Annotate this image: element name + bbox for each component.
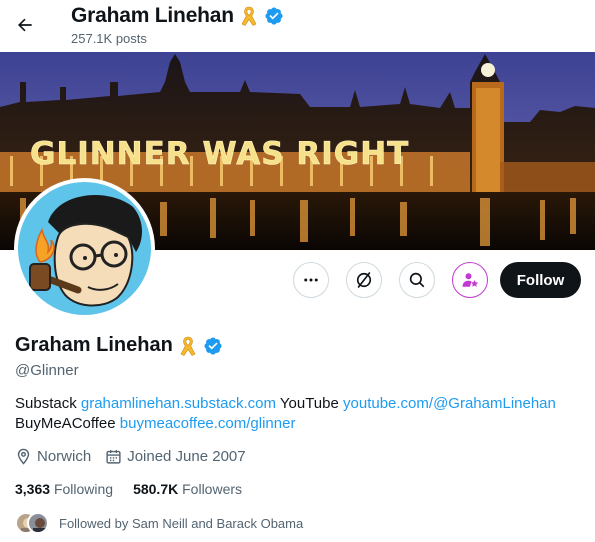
header-title-row: Graham Linehan [71, 4, 284, 28]
subscribe-button[interactable] [452, 262, 488, 298]
subscribe-icon [462, 273, 479, 287]
joined-text: Joined June 2007 [127, 448, 246, 465]
search-button[interactable] [399, 262, 435, 298]
bio-label-bmac: BuyMeACoffee [15, 415, 116, 432]
bio-link-youtube[interactable]: youtube.com/@GrahamLinehan [343, 395, 556, 412]
calendar-icon [106, 450, 121, 464]
bio-link-bmac[interactable]: buymeacoffee.com/glinner [120, 415, 296, 432]
avatar-image [18, 182, 151, 315]
yellow-ribbon-icon [180, 336, 196, 356]
follow-button[interactable]: Follow [500, 262, 581, 298]
profile-header: Graham Linehan 257.1K posts [0, 0, 595, 52]
more-button[interactable] [293, 262, 329, 298]
posts-count: 257.1K posts [71, 31, 147, 46]
banner-text: GLINNER WAS RIGHT [30, 136, 409, 172]
location: Norwich [15, 448, 91, 465]
profile-bio: Substack grahamlinehan.substack.com YouT… [15, 394, 585, 434]
profile-meta: Norwich Joined June 2007 [15, 448, 246, 465]
profile-avatar[interactable] [14, 178, 155, 319]
following-link[interactable]: 3,363 Following [15, 481, 113, 497]
profile-name: Graham Linehan [15, 334, 173, 356]
arrow-left-icon [18, 18, 32, 32]
follower-avatar [27, 512, 49, 534]
followers-label: Followers [182, 481, 243, 497]
bio-link-substack[interactable]: grahamlinehan.substack.com [81, 395, 276, 412]
back-button[interactable] [8, 8, 42, 42]
followers-link[interactable]: 580.7K Followers [133, 481, 242, 497]
location-pin-icon [17, 448, 30, 465]
bio-label-substack: Substack [15, 395, 77, 412]
followed-by-text: Followed by Sam Neill and Barack Obama [59, 515, 304, 531]
grok-icon [356, 271, 372, 289]
following-label: Following [53, 481, 114, 497]
yellow-ribbon-icon [241, 6, 257, 26]
profile-name-row: Graham Linehan [15, 334, 223, 357]
verified-badge-icon [265, 7, 283, 25]
profile-actions: Follow [293, 262, 581, 298]
location-text: Norwich [37, 448, 92, 465]
header-title: Graham Linehan [71, 4, 234, 27]
search-icon [409, 272, 425, 288]
verified-badge-icon[interactable] [203, 336, 223, 356]
profile-stats: 3,363 Following 580.7K Followers [15, 481, 242, 497]
followers-count: 580.7K [133, 481, 179, 497]
more-icon [304, 278, 318, 282]
following-count: 3,363 [15, 481, 51, 497]
bio-label-youtube: YouTube [279, 395, 339, 412]
followed-by[interactable]: Followed by Sam Neill and Barack Obama [15, 512, 303, 534]
followed-by-avatars [15, 512, 49, 534]
joined-date: Joined June 2007 [105, 448, 246, 465]
grok-button[interactable] [346, 262, 382, 298]
profile-handle: @Glinner [15, 362, 79, 379]
